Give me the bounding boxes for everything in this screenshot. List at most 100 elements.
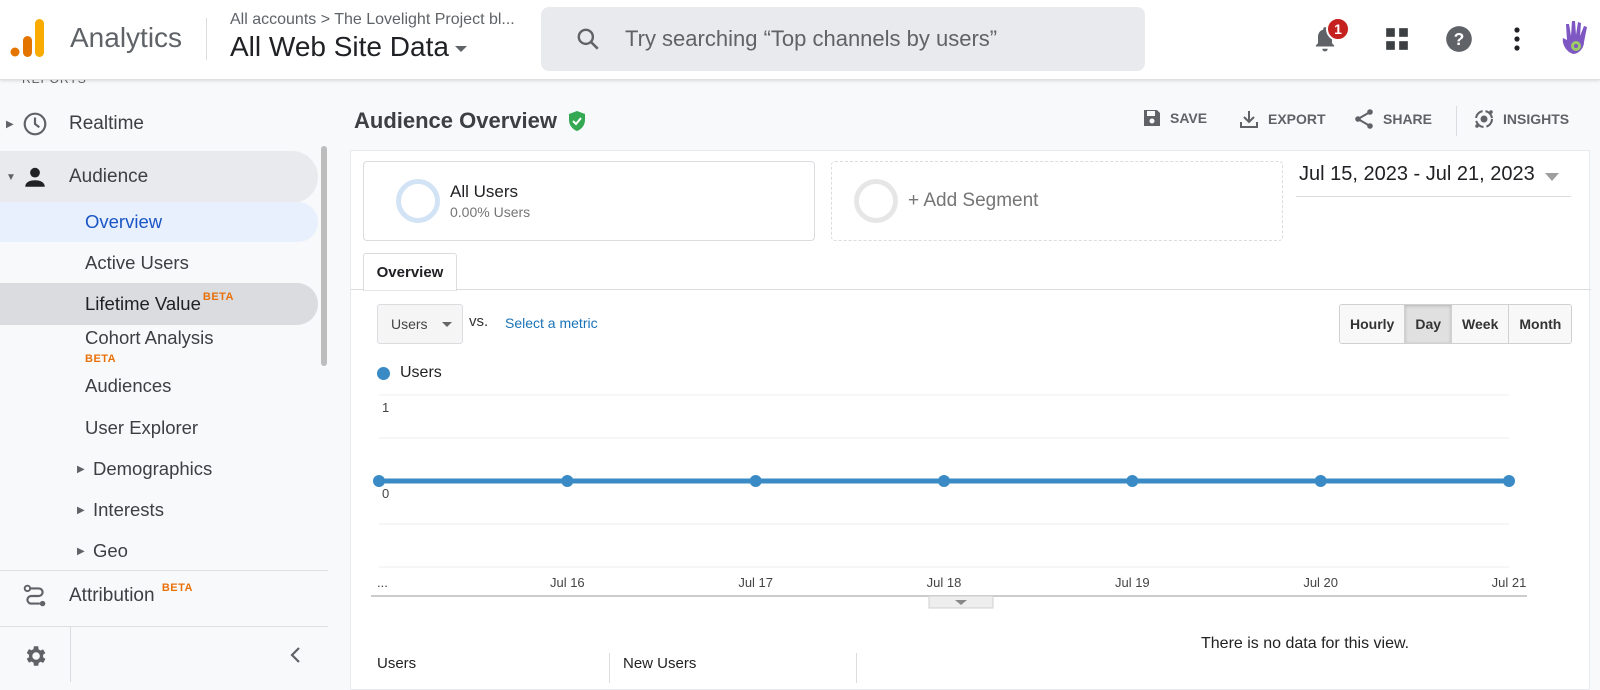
- data-point: [938, 475, 950, 487]
- apps-button[interactable]: [1380, 22, 1414, 56]
- chevron-down-icon: [454, 46, 467, 52]
- data-point: [1503, 475, 1515, 487]
- x-tick-label: Jul 21: [1492, 575, 1527, 590]
- data-point: [373, 475, 385, 487]
- x-tick-label: Jul 16: [550, 575, 585, 590]
- sidebar-item-realtime[interactable]: ▶ Realtime: [0, 100, 318, 148]
- kpi-divider: [856, 653, 857, 683]
- x-tick-label: Jul 18: [927, 575, 962, 590]
- sidebar-footer: [0, 626, 328, 682]
- help-icon: ?: [1446, 26, 1472, 52]
- segment-all-users[interactable]: All Users 0.00% Users: [363, 161, 815, 241]
- person-icon: [25, 167, 45, 187]
- sidebar-item-demographics[interactable]: ▶ Demographics: [0, 449, 318, 489]
- sidebar-item-audiences[interactable]: Audiences: [0, 366, 318, 406]
- search-input[interactable]: [625, 26, 1105, 52]
- x-tick-label: Jul 19: [1115, 575, 1150, 590]
- data-point: [561, 475, 574, 487]
- view-selector[interactable]: All Web Site Data: [230, 31, 467, 63]
- sidebar: REPORTS ▶ Realtime ▼ Audience Overview A…: [0, 80, 328, 682]
- save-disk-icon: [1144, 110, 1160, 126]
- attribution-path-icon: [23, 584, 46, 607]
- search-box[interactable]: [541, 7, 1145, 71]
- users-line-chart[interactable]: 1 0... Jul 16 Jul 17 Jul 18 Jul 19 Jul 20 Jul 2…: [351, 387, 1591, 617]
- chart-legend: Users: [377, 364, 442, 382]
- sidebar-item-label: Cohort Analysis: [85, 327, 214, 348]
- page-title: Audience Overview: [354, 108, 587, 134]
- avatar-hand-icon: [1562, 21, 1587, 54]
- period-week-button[interactable]: Week: [1452, 305, 1510, 343]
- sidebar-item-audience[interactable]: ▼ Audience: [0, 151, 318, 203]
- sidebar-item-label: Attribution BETA: [69, 582, 193, 607]
- more-menu-button[interactable]: [1500, 22, 1534, 56]
- beta-badge: BETA: [85, 353, 117, 365]
- data-point: [749, 475, 762, 487]
- save-button[interactable]: SAVE: [1142, 108, 1207, 128]
- period-toggle: Hourly Day Week Month: [1339, 304, 1573, 344]
- sidebar-item-label: Active Users: [85, 252, 189, 273]
- sidebar-item-label: User Explorer: [85, 417, 199, 438]
- period-hourly-button[interactable]: Hourly: [1340, 305, 1406, 343]
- page-title-text: Audience Overview: [354, 108, 557, 133]
- insights-icon: [1475, 110, 1493, 128]
- insights-button[interactable]: INSIGHTS: [1473, 108, 1569, 130]
- attribution-label: Attribution: [69, 585, 155, 606]
- actions-divider: [1456, 106, 1457, 136]
- top-bar: Analytics All accounts > The Lovelight P…: [0, 0, 1600, 80]
- chevron-down-icon: [1544, 173, 1559, 181]
- period-day-button[interactable]: Day: [1405, 305, 1453, 343]
- sidebar-item-label: Realtime: [69, 113, 144, 134]
- share-button[interactable]: SHARE: [1353, 108, 1432, 130]
- kpi-users-label: Users: [377, 655, 417, 672]
- lifetime-value-label: Lifetime Value: [85, 293, 201, 314]
- sidebar-item-label: Geo: [93, 540, 128, 561]
- segment-ring-icon: [396, 179, 440, 223]
- metric-dropdown[interactable]: Users: [377, 304, 463, 344]
- gear-icon[interactable]: [22, 643, 48, 669]
- more-vert-icon: [1514, 27, 1520, 51]
- sidebar-item-overview[interactable]: Overview: [0, 202, 318, 242]
- expand-arrow-icon: ▶: [77, 545, 85, 557]
- sidebar-item-attribution[interactable]: Attribution BETA: [0, 572, 318, 620]
- chevron-down-icon: [441, 321, 452, 327]
- breadcrumb[interactable]: All accounts > The Lovelight Project bl.…: [230, 11, 515, 29]
- y-tick-label: 0: [382, 486, 389, 501]
- sidebar-item-geo[interactable]: ▶ Geo: [0, 531, 318, 571]
- sidebar-item-label: Interests: [93, 499, 164, 520]
- x-tick-label: Jul 17: [738, 575, 773, 590]
- data-point: [1126, 475, 1139, 487]
- select-metric-link[interactable]: Select a metric: [505, 315, 598, 331]
- expand-arrow-icon: ▶: [6, 118, 14, 130]
- sidebar-divider: [0, 570, 328, 571]
- account-avatar[interactable]: [1558, 18, 1594, 58]
- date-range-picker[interactable]: Jul 15, 2023 - Jul 21, 2023: [1296, 163, 1571, 197]
- period-month-button[interactable]: Month: [1509, 305, 1572, 343]
- expand-arrow-icon: ▶: [77, 504, 85, 516]
- kpi-new-users-label: New Users: [623, 655, 697, 672]
- add-segment-button[interactable]: + Add Segment: [831, 161, 1283, 241]
- x-tick-label: Jul 20: [1303, 575, 1338, 590]
- segment-percent: 0.00% Users: [450, 204, 531, 220]
- sidebar-item-label: Lifetime Value BETA: [85, 291, 235, 315]
- svg-text:?: ?: [1454, 29, 1465, 49]
- add-segment-label: + Add Segment: [908, 190, 1039, 211]
- chevron-left-icon[interactable]: [284, 643, 308, 667]
- sidebar-item-cohort-analysis[interactable]: Cohort Analysis BETA: [0, 323, 318, 365]
- sidebar-item-active-users[interactable]: Active Users: [0, 243, 318, 283]
- help-button[interactable]: ?: [1442, 22, 1476, 56]
- sidebar-scrollbar[interactable]: [321, 146, 327, 366]
- beta-badge: BETA: [202, 291, 235, 303]
- export-button[interactable]: EXPORT: [1238, 108, 1326, 130]
- sidebar-item-interests[interactable]: ▶ Interests: [0, 490, 318, 530]
- sidebar-item-lifetime-value[interactable]: Lifetime Value BETA: [0, 283, 318, 325]
- analytics-logo[interactable]: [10, 18, 46, 58]
- apps-grid-icon: [1386, 28, 1408, 50]
- data-point: [1314, 475, 1327, 487]
- tab-underline: [351, 289, 1591, 290]
- sidebar-item-label: Audience: [69, 166, 149, 187]
- tab-overview[interactable]: Overview: [363, 253, 457, 291]
- share-icon: [1355, 109, 1373, 129]
- sidebar-item-user-explorer[interactable]: User Explorer: [0, 408, 318, 448]
- expand-arrow-icon: ▶: [77, 463, 85, 475]
- search-icon: [577, 28, 599, 50]
